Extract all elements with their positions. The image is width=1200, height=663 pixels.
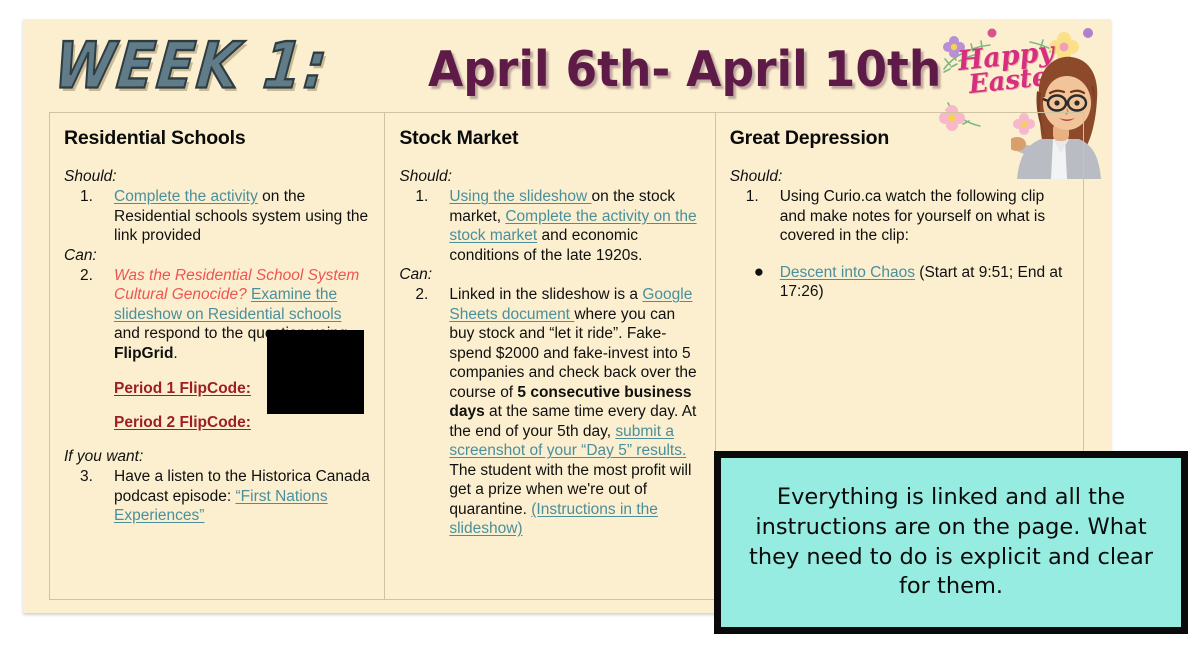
list-marker: 3. <box>80 468 93 486</box>
cue-can-c1: Can: <box>64 246 97 264</box>
bullet-marker: ● <box>753 261 764 281</box>
item-text: Using Curio.ca watch the following clip … <box>779 188 1046 245</box>
column-stock-market: Stock Market Should: 1. Using the slides… <box>385 113 716 599</box>
list-item: 1. Using the slideshow on the stock mark… <box>399 187 700 265</box>
week-title: WEEK 1: <box>50 27 334 104</box>
list-marker: 1. <box>415 188 429 205</box>
date-range-title: April 6th- April 10th <box>428 41 942 98</box>
list-marker: 2. <box>80 266 93 284</box>
flipgrid-emphasis: FlipGrid <box>114 344 174 362</box>
cue-should-c3: Should: <box>729 168 783 185</box>
list-marker: 1. <box>745 188 759 205</box>
column-title-great-depression: Great Depression <box>729 127 890 149</box>
list-marker: 1. <box>80 188 93 205</box>
column-title-stock-market: Stock Market <box>399 127 519 149</box>
annotation-callout-text: Everything is linked and all the instruc… <box>749 484 1153 600</box>
cue-should-c1: Should: <box>64 168 117 185</box>
list-item: 1. Using Curio.ca watch the following cl… <box>730 187 1069 246</box>
link-descent-into-chaos[interactable]: Descent into Chaos <box>780 264 915 281</box>
list-marker: 2. <box>415 286 429 304</box>
list-item: 1. Complete the activity on the Resident… <box>64 187 370 246</box>
item-text: Linked in the slideshow is a <box>449 286 643 304</box>
cue-can-c2: Can: <box>399 266 433 284</box>
period-1-flipcode-label: Period 1 FlipCode: <box>114 380 251 398</box>
item-text-period: . <box>173 344 178 362</box>
period-2-flipcode-label: Period 2 FlipCode: <box>114 414 251 432</box>
link-using-the-slideshow[interactable]: Using the slideshow <box>449 188 591 205</box>
list-item: 2. Linked in the slideshow is a Google S… <box>399 285 700 539</box>
list-item: 3. Have a listen to the Historica Canada… <box>64 467 370 526</box>
link-complete-the-activity[interactable]: Complete the activity <box>114 188 258 205</box>
annotation-callout: Everything is linked and all the instruc… <box>714 451 1188 634</box>
redacted-flipcode-block <box>267 330 364 414</box>
cue-should-c2: Should: <box>399 168 452 185</box>
period-2-flipcode-row: Period 2 FlipCode: <box>64 414 370 432</box>
list-item: ● Descent into Chaos (Start at 9:51; End… <box>730 261 1069 302</box>
column-title-residential-schools: Residential Schools <box>64 127 246 149</box>
cue-if-you-want-c1: If you want: <box>64 448 144 466</box>
